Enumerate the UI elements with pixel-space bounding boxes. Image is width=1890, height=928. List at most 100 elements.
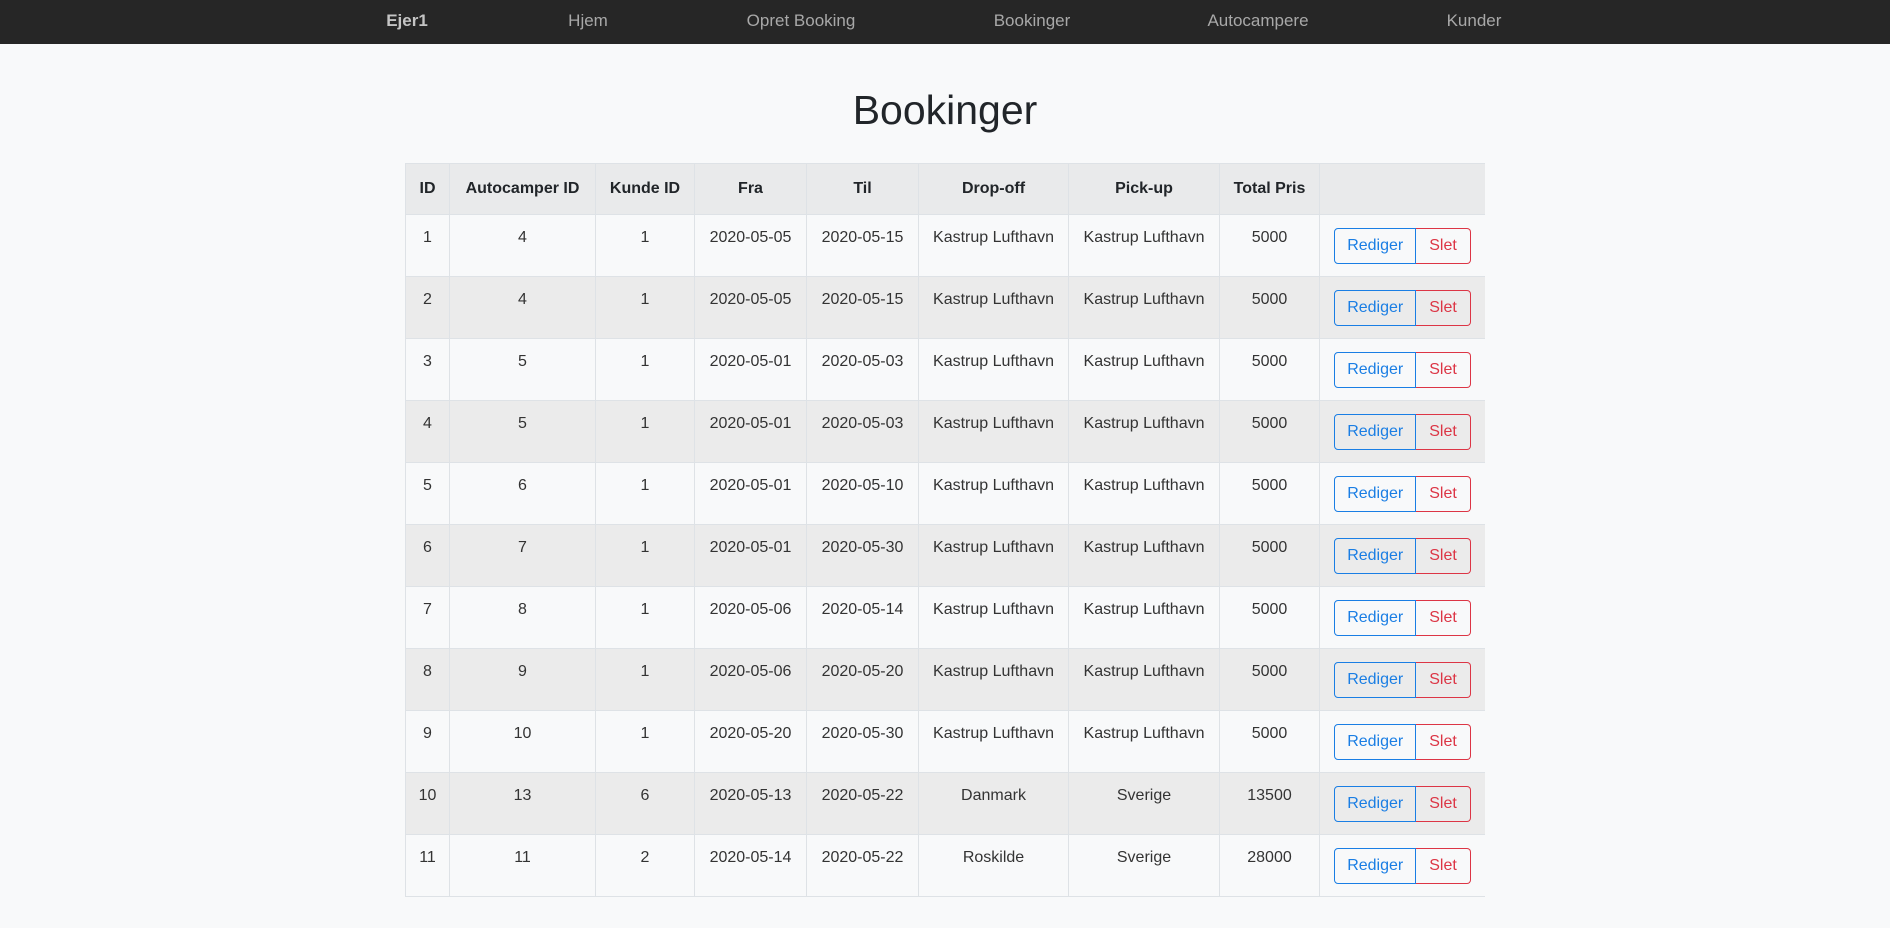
cell-fra: 2020-05-05 xyxy=(694,276,807,339)
cell-id: 6 xyxy=(405,524,450,587)
top-navbar: Ejer1 Hjem Opret Booking Bookinger Autoc… xyxy=(0,0,1890,44)
row-action-group: Rediger Slet xyxy=(1334,661,1471,698)
edit-button[interactable]: Rediger xyxy=(1334,537,1417,574)
cell-id: 11 xyxy=(405,834,450,897)
nav-link-bookinger[interactable]: Bookinger xyxy=(994,0,1071,44)
cell-kunde-id: 1 xyxy=(595,276,695,339)
column-header-total-pris: Total Pris xyxy=(1219,163,1320,215)
table-row: 11 11 2 2020-05-14 2020-05-22 Roskilde Sverige… xyxy=(405,834,1485,897)
delete-button[interactable]: Slet xyxy=(1416,289,1471,326)
cell-actions: Rediger Slet xyxy=(1319,834,1485,897)
edit-button[interactable]: Rediger xyxy=(1334,661,1417,698)
nav-link-autocampere[interactable]: Autocampere xyxy=(1207,0,1308,44)
cell-id: 4 xyxy=(405,400,450,463)
column-header-til: Til xyxy=(806,163,919,215)
edit-button[interactable]: Rediger xyxy=(1334,351,1417,388)
cell-kunde-id: 1 xyxy=(595,524,695,587)
cell-actions: Rediger Slet xyxy=(1319,710,1485,773)
cell-actions: Rediger Slet xyxy=(1319,772,1485,835)
bookings-table-container: ID Autocamper ID Kunde ID Fra Til Drop-o… xyxy=(405,163,1485,928)
cell-autocamper-id: 4 xyxy=(449,214,596,277)
cell-id: 2 xyxy=(405,276,450,339)
delete-button[interactable]: Slet xyxy=(1416,351,1471,388)
nav-brand[interactable]: Ejer1 xyxy=(386,0,428,44)
cell-pick-up: Kastrup Lufthavn xyxy=(1068,338,1220,401)
delete-button[interactable]: Slet xyxy=(1416,475,1471,512)
cell-drop-off: Kastrup Lufthavn xyxy=(918,710,1069,773)
row-action-group: Rediger Slet xyxy=(1334,413,1471,450)
cell-actions: Rediger Slet xyxy=(1319,524,1485,587)
edit-button[interactable]: Rediger xyxy=(1334,413,1417,450)
cell-kunde-id: 1 xyxy=(595,400,695,463)
edit-button[interactable]: Rediger xyxy=(1334,475,1417,512)
edit-button[interactable]: Rediger xyxy=(1334,847,1417,884)
cell-drop-off: Kastrup Lufthavn xyxy=(918,648,1069,711)
row-action-group: Rediger Slet xyxy=(1334,351,1471,388)
delete-button[interactable]: Slet xyxy=(1416,661,1471,698)
cell-id: 3 xyxy=(405,338,450,401)
table-row: 7 8 1 2020-05-06 2020-05-14 Kastrup Lufthavn K… xyxy=(405,586,1485,649)
cell-autocamper-id: 4 xyxy=(449,276,596,339)
cell-drop-off: Kastrup Lufthavn xyxy=(918,214,1069,277)
cell-actions: Rediger Slet xyxy=(1319,462,1485,525)
cell-drop-off: Kastrup Lufthavn xyxy=(918,276,1069,339)
row-action-group: Rediger Slet xyxy=(1334,227,1471,264)
column-header-autocamper-id: Autocamper ID xyxy=(449,163,596,215)
cell-til: 2020-05-22 xyxy=(806,772,919,835)
edit-button[interactable]: Rediger xyxy=(1334,723,1417,760)
column-header-fra: Fra xyxy=(694,163,807,215)
table-row: 2 4 1 2020-05-05 2020-05-15 Kastrup Lufthavn K… xyxy=(405,276,1485,339)
table-body: 1 4 1 2020-05-05 2020-05-15 Kastrup Lufthavn K… xyxy=(405,214,1485,897)
nav-link-hjem[interactable]: Hjem xyxy=(568,0,608,44)
cell-kunde-id: 1 xyxy=(595,462,695,525)
edit-button[interactable]: Rediger xyxy=(1334,599,1417,636)
cell-til: 2020-05-22 xyxy=(806,834,919,897)
cell-drop-off: Kastrup Lufthavn xyxy=(918,462,1069,525)
delete-button[interactable]: Slet xyxy=(1416,785,1471,822)
cell-pick-up: Kastrup Lufthavn xyxy=(1068,524,1220,587)
delete-button[interactable]: Slet xyxy=(1416,847,1471,884)
cell-til: 2020-05-10 xyxy=(806,462,919,525)
cell-actions: Rediger Slet xyxy=(1319,338,1485,401)
cell-pick-up: Kastrup Lufthavn xyxy=(1068,400,1220,463)
cell-actions: Rediger Slet xyxy=(1319,276,1485,339)
nav-link-opret-booking[interactable]: Opret Booking xyxy=(747,0,856,44)
cell-pick-up: Kastrup Lufthavn xyxy=(1068,648,1220,711)
cell-drop-off: Kastrup Lufthavn xyxy=(918,338,1069,401)
delete-button[interactable]: Slet xyxy=(1416,227,1471,264)
edit-button[interactable]: Rediger xyxy=(1334,227,1417,264)
cell-drop-off: Roskilde xyxy=(918,834,1069,897)
cell-autocamper-id: 11 xyxy=(449,834,596,897)
cell-total-pris: 5000 xyxy=(1219,276,1320,339)
cell-kunde-id: 1 xyxy=(595,648,695,711)
table-row: 8 9 1 2020-05-06 2020-05-20 Kastrup Lufthavn K… xyxy=(405,648,1485,711)
cell-autocamper-id: 9 xyxy=(449,648,596,711)
cell-fra: 2020-05-20 xyxy=(694,710,807,773)
table-row: 1 4 1 2020-05-05 2020-05-15 Kastrup Lufthavn K… xyxy=(405,214,1485,277)
column-header-drop-off: Drop-off xyxy=(918,163,1069,215)
delete-button[interactable]: Slet xyxy=(1416,537,1471,574)
nav-link-kunder[interactable]: Kunder xyxy=(1447,0,1502,44)
cell-autocamper-id: 6 xyxy=(449,462,596,525)
delete-button[interactable]: Slet xyxy=(1416,413,1471,450)
page-title: Bookinger xyxy=(852,87,1038,133)
cell-kunde-id: 1 xyxy=(595,710,695,773)
delete-button[interactable]: Slet xyxy=(1416,723,1471,760)
edit-button[interactable]: Rediger xyxy=(1334,289,1417,326)
delete-button[interactable]: Slet xyxy=(1416,599,1471,636)
cell-kunde-id: 6 xyxy=(595,772,695,835)
cell-actions: Rediger Slet xyxy=(1319,648,1485,711)
cell-til: 2020-05-15 xyxy=(806,214,919,277)
cell-total-pris: 5000 xyxy=(1219,710,1320,773)
cell-id: 10 xyxy=(405,772,450,835)
cell-total-pris: 5000 xyxy=(1219,462,1320,525)
column-header-kunde-id: Kunde ID xyxy=(595,163,695,215)
cell-autocamper-id: 8 xyxy=(449,586,596,649)
cell-kunde-id: 1 xyxy=(595,586,695,649)
row-action-group: Rediger Slet xyxy=(1334,723,1471,760)
edit-button[interactable]: Rediger xyxy=(1334,785,1417,822)
cell-id: 9 xyxy=(405,710,450,773)
row-action-group: Rediger Slet xyxy=(1334,847,1471,884)
cell-kunde-id: 2 xyxy=(595,834,695,897)
table-row: 4 5 1 2020-05-01 2020-05-03 Kastrup Lufthavn K… xyxy=(405,400,1485,463)
